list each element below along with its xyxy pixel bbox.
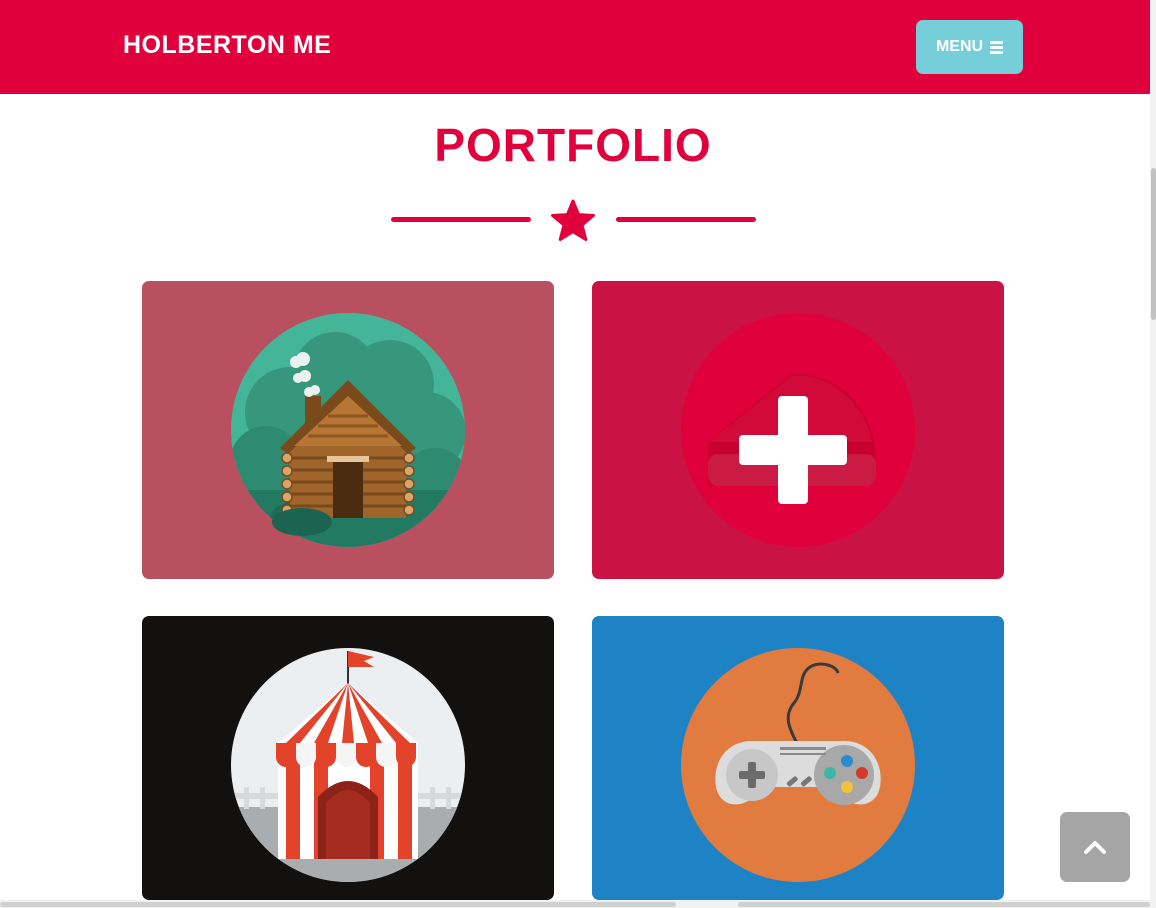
brand-link[interactable]: HOLBERTON ME (123, 31, 331, 60)
divider-line-right (616, 217, 756, 222)
star-icon (551, 199, 595, 241)
portfolio-item-cabin[interactable] (142, 281, 554, 579)
circus-tent-icon (231, 648, 465, 882)
menu-label: MENU (935, 38, 984, 55)
scroll-to-top-button[interactable] (1060, 812, 1130, 882)
vertical-scrollbar-thumb[interactable] (1151, 168, 1156, 320)
bars-icon (990, 40, 1004, 54)
horizontal-scrollbar[interactable] (0, 900, 1150, 908)
portfolio-item-circus[interactable] (142, 616, 554, 900)
portfolio-item-game[interactable] (592, 616, 1004, 900)
divider-line-left (391, 217, 531, 222)
vertical-scrollbar[interactable] (1150, 0, 1156, 908)
page-title: PORTFOLIO (434, 119, 712, 171)
cabin-icon (231, 313, 465, 547)
page: HOLBERTON ME MENU PORTFOLIO (0, 0, 1156, 908)
chevron-up-icon (1084, 841, 1106, 854)
horizontal-scrollbar-thumb[interactable] (0, 902, 676, 907)
cake-plus-icon (681, 313, 915, 547)
navbar: HOLBERTON ME MENU (0, 0, 1150, 94)
menu-button[interactable]: MENU (916, 20, 1023, 74)
game-controller-icon (681, 648, 915, 882)
portfolio-item-cake[interactable] (592, 281, 1004, 579)
horizontal-scrollbar-segment (738, 902, 1150, 907)
